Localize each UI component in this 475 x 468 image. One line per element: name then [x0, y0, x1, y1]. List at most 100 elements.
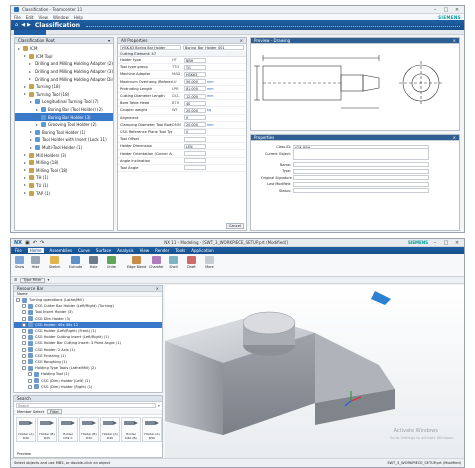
ribbon-sketch[interactable]: Sketch [49, 256, 60, 269]
ribbon-hide[interactable]: Hide [31, 256, 40, 269]
expand-icon[interactable]: ▸ [29, 77, 31, 81]
property-value-field[interactable]: 20.000 [184, 107, 206, 113]
expand-icon[interactable]: ▸ [23, 168, 27, 172]
type-filter-dropdown[interactable]: Type Filter [20, 277, 45, 283]
expand-icon[interactable]: ▸ [35, 122, 39, 127]
detail-close-icon[interactable]: × [453, 135, 456, 140]
expand-icon[interactable]: ▸ [35, 107, 39, 112]
menu-file[interactable]: File [14, 15, 21, 20]
member-filter-dropdown[interactable]: Filter [47, 409, 62, 414]
tool-item[interactable]: Holder (A) D20 [16, 417, 36, 442]
expand-icon[interactable]: ▸ [23, 92, 27, 96]
property-value-field[interactable]: 50.000 [184, 79, 206, 85]
nx-menu-file[interactable]: File [15, 248, 22, 253]
nx-menu-application[interactable]: Application [191, 248, 213, 253]
visibility-checkbox[interactable] [22, 366, 26, 371]
undo-icon[interactable]: ↶ [33, 240, 37, 246]
tool-item[interactable]: Holder D40 (B) [121, 417, 141, 442]
tree-item[interactable]: ▸ TH (1) [15, 174, 113, 182]
visibility-checkbox[interactable] [22, 359, 26, 364]
property-value-field[interactable]: 20.000 [184, 122, 206, 128]
tree-item[interactable]: ▸ Drilling and Milling Holding Adapter (2… [15, 60, 113, 68]
ribbon-show[interactable]: Show [15, 256, 24, 269]
current-object-field[interactable] [293, 147, 429, 160]
save-icon[interactable]: ▣ [25, 240, 30, 246]
visibility-checkbox[interactable] [22, 353, 26, 358]
expand-icon[interactable]: ▸ [23, 183, 27, 187]
tab-classification[interactable] [14, 30, 46, 35]
redo-icon[interactable]: ↷ [40, 240, 44, 246]
property-value-field[interactable] [184, 136, 206, 142]
menu-help[interactable]: Help [74, 15, 83, 20]
expand-icon[interactable]: ▸ [23, 153, 27, 157]
nx-menu-tools[interactable]: Tools [175, 248, 185, 253]
property-value-field[interactable]: 0 [184, 115, 206, 121]
nx-close-icon[interactable]: × [453, 240, 461, 246]
minimize-icon[interactable]: – [431, 7, 439, 13]
visibility-checkbox[interactable] [22, 322, 26, 327]
expand-icon[interactable]: ▸ [23, 160, 27, 165]
forward-icon[interactable]: ▶ [27, 22, 31, 28]
ribbon-draft[interactable]: Draft [187, 256, 196, 269]
tree-item[interactable]: ▸ Mill Holders (3) [15, 151, 113, 159]
tree-item[interactable]: ▸ Drilling and Milling Holding Adapter Di… [15, 75, 113, 83]
name-field[interactable] [293, 162, 429, 168]
property-value-field[interactable]: 0 [184, 129, 206, 135]
tree-item[interactable]: ▸ Turning (18) [15, 83, 113, 91]
expand-icon[interactable]: ▸ [23, 175, 27, 180]
tree-item[interactable]: ▸ TU (1) [15, 182, 113, 190]
property-value-field[interactable] [184, 165, 206, 171]
cancel-button[interactable]: Cancel [225, 223, 244, 229]
tree-item[interactable]: ▸ ICM Tool [15, 53, 113, 61]
tree-item[interactable]: ▸ TAP (1) [15, 189, 113, 197]
tree-item[interactable]: ▸ Multi-Tool Holder (1) [15, 144, 113, 152]
expand-icon[interactable]: ▸ [29, 61, 31, 66]
tree-item[interactable]: ▸ Boring Tool Holder (1) [15, 129, 113, 137]
expand-icon[interactable]: ▸ [29, 145, 33, 150]
visibility-checkbox[interactable] [22, 329, 26, 334]
close-panel-icon[interactable]: × [240, 38, 243, 43]
expand-icon[interactable]: ▸ [29, 99, 33, 104]
tool-item[interactable]: Holder (B) D25 [37, 417, 57, 442]
type-field[interactable] [293, 168, 429, 174]
property-value-field[interactable]: LEN [184, 143, 206, 149]
tree-item[interactable]: ▸ Milling (18) [15, 159, 113, 167]
tree-item[interactable]: ▸ Grooving Tool Holder (2) [15, 121, 113, 129]
expand-icon[interactable]: ▸ [29, 69, 31, 74]
nx-menu-home[interactable]: Home [27, 248, 44, 253]
property-value-field[interactable] [184, 151, 206, 157]
expand-icon[interactable]: ▸ [29, 130, 33, 134]
tree-item[interactable]: ▸ Turning Tool (18) [15, 91, 113, 99]
menu-icon[interactable]: ☰ [14, 278, 17, 282]
ribbon-unite[interactable]: Unite [107, 256, 116, 269]
graphics-window[interactable]: Activate Windows Go to Settings to activ… [165, 285, 464, 458]
nx-menu-analysis[interactable]: Analysis [117, 248, 133, 253]
navigator-close-icon[interactable]: × [156, 286, 159, 291]
properties-tab[interactable]: All Properties [121, 38, 147, 43]
tree-item[interactable]: ▸ Tool Holder with Insert (Lock 11) [15, 136, 113, 144]
property-value-field[interactable]: HSK63 [184, 71, 206, 77]
nx-minimize-icon[interactable]: – [431, 240, 439, 246]
object-id-field[interactable]: Boring_Bar_Holder_001 [183, 45, 244, 50]
tool-item[interactable]: Holder (A) D40 [100, 417, 120, 442]
nx-menu-view[interactable]: View [140, 248, 150, 253]
ribbon-shell[interactable]: Shell [169, 256, 178, 269]
tree-item[interactable]: ▸ Longitudinal Turning Tool (7) [15, 98, 113, 106]
tool-item[interactable]: Holder (A) D50 [142, 417, 162, 442]
menu-view[interactable]: View [38, 15, 48, 20]
viewer-close-icon[interactable]: × [453, 38, 456, 43]
selection-scope-icon[interactable]: ▾ [48, 278, 50, 282]
expand-icon[interactable]: ▸ [35, 115, 39, 119]
property-value-field[interactable] [184, 158, 206, 164]
visibility-checkbox[interactable] [28, 378, 32, 383]
property-value-field[interactable]: BBH [184, 57, 206, 63]
navigator-item[interactable]: CSG (Dim) Holder (Right) (1) [14, 384, 162, 390]
menu-window[interactable]: Window [53, 15, 69, 20]
ribbon-chamfer[interactable]: Chamfer [149, 256, 164, 269]
last-modified-field[interactable] [293, 181, 429, 187]
search-icon[interactable]: ⌕ [158, 403, 160, 408]
nx-menu-render[interactable]: Render [155, 248, 169, 253]
expand-icon[interactable]: ▸ [29, 137, 33, 142]
nx-menu-assemblies[interactable]: Assemblies [50, 248, 73, 253]
nx-maximize-icon[interactable]: □ [442, 240, 450, 246]
